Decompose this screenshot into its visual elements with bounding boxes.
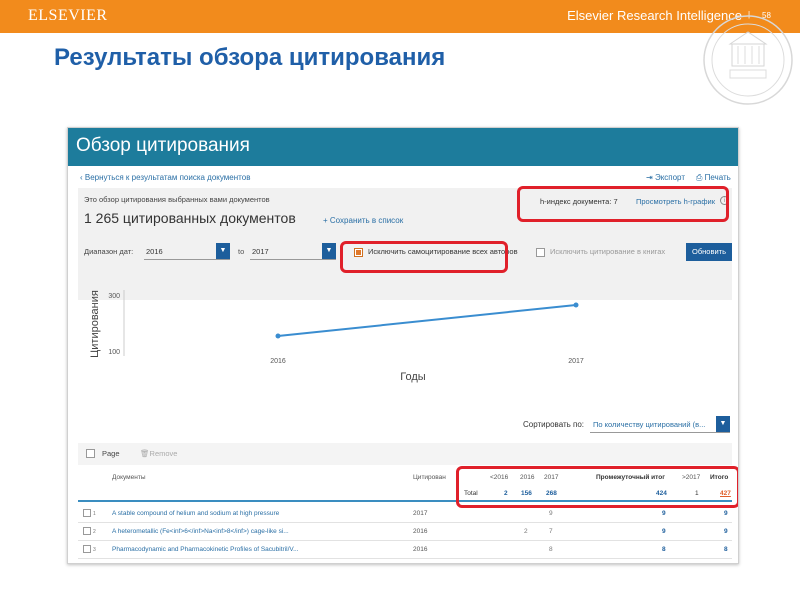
date-from-value: 2016 [146, 247, 163, 256]
y-tick-label: 100 [108, 349, 120, 356]
y-tick-label: 300 [108, 293, 120, 300]
overview-text: Это обзор цитирования выбранных вами док… [84, 195, 270, 204]
x-tick-label: 2016 [270, 358, 286, 365]
row-2017: 8 [549, 546, 553, 553]
back-link-label: Вернуться к результатам поиска документо… [84, 173, 251, 182]
chevron-down-icon: ▼ [716, 416, 730, 432]
elsevier-logo: ELSEVIER [28, 7, 108, 24]
chevron-down-icon: ▼ [322, 243, 336, 259]
trash-icon: 🗑 [140, 449, 150, 458]
row-number: 2 [93, 529, 96, 535]
x-tick-label: 2017 [568, 358, 584, 365]
sort-select[interactable]: По количеству цитирований (в... ▼ [590, 416, 730, 433]
export-button[interactable]: ⇥ Экспорт [646, 173, 685, 182]
university-seal-icon [703, 15, 793, 105]
row-subtotal[interactable]: 9 [662, 510, 666, 517]
exclude-book-citations-checkbox[interactable] [536, 248, 545, 257]
row-2017: 7 [549, 528, 553, 535]
row-total[interactable]: 8 [724, 546, 728, 553]
printer-icon: ⎙ [696, 173, 705, 182]
export-icon: ⇥ [646, 173, 655, 182]
row-number: 3 [93, 547, 96, 553]
document-title-link[interactable]: A stable compound of helium and sodium a… [112, 510, 279, 517]
col-documents[interactable]: Документы [112, 474, 146, 481]
document-title-link[interactable]: Pharmacodynamic and Pharmacokinetic Prof… [112, 546, 299, 553]
slide: ELSEVIER Elsevier Research Intelligence … [0, 0, 800, 600]
back-to-results-link[interactable]: ‹ Вернуться к результатам поиска докумен… [80, 173, 250, 182]
update-button[interactable]: Обновить [686, 243, 732, 261]
chevron-down-icon: ▼ [216, 243, 230, 259]
highlight-self-citation [340, 241, 508, 273]
row-checkbox[interactable] [83, 545, 91, 553]
col-citations[interactable]: Цитирован [413, 474, 446, 481]
exclude-book-citations-label: Исключить цитирование в книгах [550, 247, 666, 256]
date-to-value: 2017 [252, 247, 269, 256]
save-to-list-label: Сохранить в список [329, 216, 404, 225]
row-total[interactable]: 9 [724, 510, 728, 517]
x-axis-label: Годы [400, 371, 426, 383]
row-subtotal[interactable]: 8 [662, 546, 666, 553]
table-row: 2 A heterometallic (Fe<inf>6</inf>Na<inf… [78, 523, 732, 541]
scopus-screenshot: Обзор цитирования ‹ Вернуться к результа… [67, 127, 739, 564]
row-total[interactable]: 9 [724, 528, 728, 535]
series-line [277, 303, 577, 338]
top-bar: ELSEVIER Elsevier Research Intelligence … [0, 0, 800, 33]
citations-line-chart: 300 100 Цитирования 2016 2017 Годы [89, 290, 584, 383]
plus-icon: + [323, 216, 330, 225]
highlight-totals [456, 466, 738, 508]
save-to-list-button[interactable]: + Сохранить в список [323, 216, 403, 225]
export-label: Экспорт [654, 173, 685, 182]
document-year: 2016 [413, 528, 428, 535]
row-2017: 9 [549, 510, 553, 517]
print-label: Печать [704, 173, 731, 182]
remove-label: Remove [149, 449, 178, 458]
document-year: 2016 [413, 546, 428, 553]
sort-label: Сортировать по: [523, 420, 585, 429]
row-checkbox[interactable] [83, 527, 91, 535]
row-number: 1 [93, 511, 96, 517]
to-label: to [238, 247, 245, 256]
remove-button[interactable]: 🗑Remove [140, 449, 177, 458]
date-range-label: Диапазон дат: [84, 247, 134, 256]
cited-documents-count: 1 265 цитированных документов [84, 210, 296, 226]
row-2016: 2 [524, 528, 528, 535]
table-row: 3 Pharmacodynamic and Pharmacokinetic Pr… [78, 541, 732, 559]
y-axis-label: Цитирования [89, 290, 101, 358]
citation-overview-header: Обзор цитирования [68, 128, 738, 166]
select-page-checkbox[interactable] [86, 449, 95, 458]
document-title-link[interactable]: A heterometallic (Fe<inf>6</inf>Na<inf>8… [112, 528, 289, 535]
row-subtotal[interactable]: 9 [662, 528, 666, 535]
slide-title: Результаты обзора цитирования [54, 44, 446, 71]
bulk-actions-bar: Page 🗑Remove [78, 443, 732, 465]
header-title: Обзор цитирования [76, 135, 250, 156]
print-button[interactable]: ⎙ Печать [696, 173, 731, 183]
document-year: 2017 [413, 510, 428, 517]
date-to-select[interactable]: 2017 ▼ [250, 243, 336, 260]
data-point [573, 302, 579, 308]
page-label: Page [102, 449, 120, 458]
highlight-h-index [517, 186, 729, 222]
row-checkbox[interactable] [83, 509, 91, 517]
sort-value: По количеству цитирований (в... [593, 420, 706, 429]
date-from-select[interactable]: 2016 ▼ [144, 243, 230, 260]
data-point [275, 333, 281, 339]
